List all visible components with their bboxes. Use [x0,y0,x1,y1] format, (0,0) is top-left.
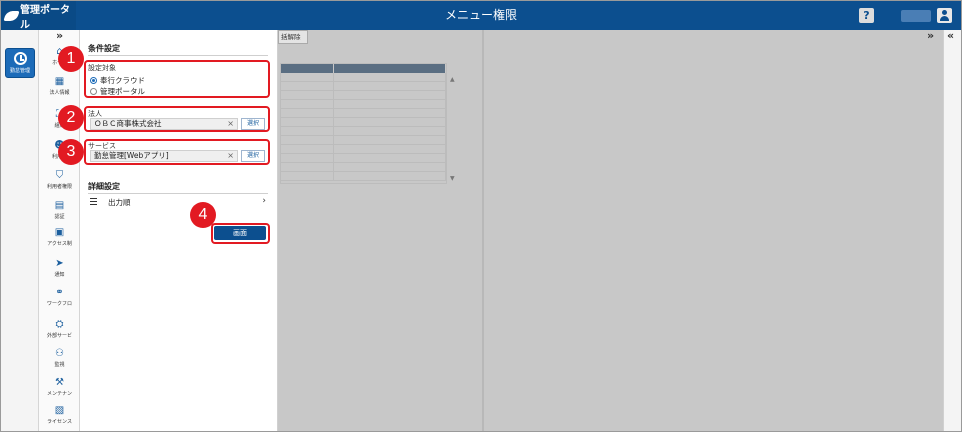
callout-badge-4: 4 [190,202,216,228]
table-row [281,100,446,109]
target-option-bugyo-cloud[interactable]: 奉行クラウド [90,75,145,86]
output-order-label: 出力順 [108,198,131,207]
callout-badge-2: 2 [58,105,84,131]
help-button[interactable]: ? [859,8,874,23]
table-header [281,64,446,73]
target-option-label: 管理ポータル [100,87,145,96]
sidebar-item-label: 利用者権限 [46,184,72,190]
pane-splitter[interactable] [482,30,484,431]
sidebar-item-user-permissions[interactable]: ⛉ 利用者権限 [39,170,80,194]
table-row [281,172,446,181]
service-field[interactable]: 勤怠管理[Webアプリ] × [90,150,238,162]
bulk-release-button[interactable]: 括解除 [278,30,308,44]
user-name-badge[interactable] [901,10,931,22]
shield-icon: ⛉ [55,170,64,181]
callout-badge-1: 1 [58,46,84,72]
app-rail: 勤怠管理 [1,30,39,431]
target-label: 設定対象 [88,64,116,72]
conditions-panel: 条件設定 設定対象 奉行クラウド 管理ポータル 法人 ＯＢＣ商事株式会社 × 選… [58,30,278,431]
permissions-table [280,63,447,184]
expand-panel-icon[interactable]: » [927,30,941,44]
list-order-icon [90,198,98,206]
sidebar-item-label: ワークフロ [46,301,72,307]
select-service-button[interactable]: 選択 [241,150,265,162]
table-row [281,109,446,118]
radio-unselected [90,88,97,95]
hammer-icon: ⚒ [55,377,64,388]
right-rail: « [943,30,961,431]
chevron-right-icon: › [262,196,266,206]
sidebar-item-corporation[interactable]: ▦ 法人情報 [39,76,80,100]
user-account-icon[interactable] [937,8,952,23]
workflow-icon: ⚭ [55,287,64,298]
page-title: メニュー権限 [444,8,517,22]
detail-settings-title: 詳細設定 [88,182,120,191]
main-content-overlay: 括解除 ▲ ▼ [278,30,943,431]
table-row [281,82,446,91]
sidebar-item-workflow[interactable]: ⚭ ワークフロ [39,287,80,311]
sidebar-item-monitoring[interactable]: ⚇ 監視 [39,348,80,372]
binoculars-icon: ⚇ [55,348,64,359]
sidebar-item-license[interactable]: ▧ ライセンス [39,405,80,429]
sidebar-item-label: 監視 [54,362,65,368]
sidebar-item-label: ライセンス [47,419,72,425]
sidebar-item-label: 外部サービ [46,333,72,339]
sidebar-item-auth[interactable]: ▤ 認証 [39,200,80,224]
collapse-panel-icon[interactable]: « [947,30,954,42]
screen-button[interactable]: 画面 [214,226,266,240]
clear-service-icon[interactable]: × [227,151,234,161]
corporation-value: ＯＢＣ商事株式会社 [94,119,162,128]
table-row [281,127,446,136]
send-icon: ➤ [55,258,64,269]
table-row [281,73,446,82]
radio-selected [90,77,97,84]
table-row [281,91,446,100]
table-row [281,154,446,163]
building-icon: ▦ [54,76,65,87]
sidebar-item-external-services[interactable]: ⛭ 外部サービ [39,319,80,343]
top-bar: 管理ポータル メニュー権限 ? [1,1,961,31]
expand-menu-button[interactable]: » [39,30,80,44]
target-option-label: 奉行クラウド [100,76,145,85]
table-row [281,118,446,127]
service-value: 勤怠管理[Webアプリ] [94,151,169,160]
id-card-icon: ▤ [54,200,65,211]
license-icon: ▧ [54,405,65,416]
clear-corporation-icon[interactable]: × [227,119,234,129]
menu-sidebar: » ⌂ホーム ▦法人情報 ⛶組織 ☻利用者 ⛉利用者権限 ▤認証 ▣アクセス制 … [39,30,80,431]
corporation-field[interactable]: ＯＢＣ商事株式会社 × [90,118,238,130]
output-order-row[interactable]: 出力順 › [88,196,268,209]
table-row [281,163,446,172]
sidebar-item-label: 認証 [54,214,65,220]
target-option-admin-portal[interactable]: 管理ポータル [90,86,145,97]
external-icon: ⛭ [55,319,64,330]
sidebar-item-label: 法人情報 [49,90,70,96]
kintai-app-label: 勤怠管理 [9,68,30,74]
divider [88,193,268,194]
app-window: 管理ポータル メニュー権限 ? 勤怠管理 » ⌂ホーム ▦法人情報 ⛶組織 ☻利… [0,0,962,432]
kintai-app-button[interactable]: 勤怠管理 [5,48,35,78]
sidebar-item-access-control[interactable]: ▣ アクセス制 [39,227,80,251]
scroll-up-icon[interactable]: ▲ [450,76,455,83]
callout-badge-3: 3 [58,139,84,165]
table-row [281,136,446,145]
conditions-title: 条件設定 [88,44,120,53]
access-icon: ▣ [54,227,65,238]
divider [88,55,268,56]
sidebar-item-label: 通知 [54,272,65,278]
sidebar-item-label: アクセス制 [47,241,72,247]
clock-icon [14,52,27,65]
scroll-down-icon[interactable]: ▼ [450,175,455,182]
sidebar-item-notification[interactable]: ➤ 通知 [39,258,80,282]
select-corporation-button[interactable]: 選択 [241,118,265,130]
table-row [281,145,446,154]
sidebar-item-label: メンテナン [46,391,72,397]
sidebar-item-maintenance[interactable]: ⚒ メンテナン [39,377,80,401]
